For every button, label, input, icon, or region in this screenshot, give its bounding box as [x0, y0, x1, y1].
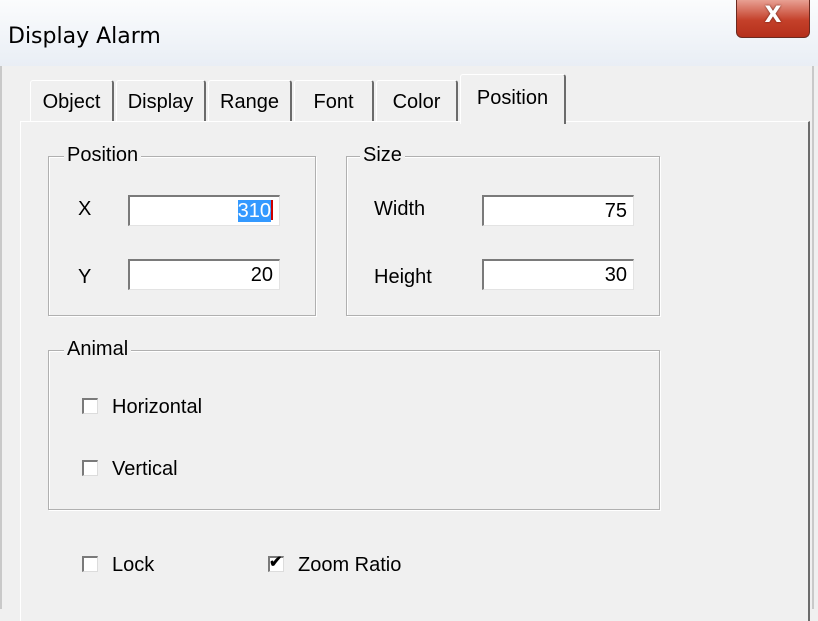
tab-font[interactable]: Font	[294, 80, 374, 122]
x-value: 310	[237, 200, 271, 222]
y-field[interactable]: 20	[128, 259, 280, 290]
position-group-label: Position	[64, 144, 142, 167]
size-group-label: Size	[360, 144, 405, 167]
tab-display[interactable]: Display	[116, 80, 206, 122]
x-field[interactable]: 310	[128, 195, 280, 226]
tab-position[interactable]: Position	[460, 74, 566, 124]
lock-checkbox[interactable]	[82, 556, 98, 572]
lock-label: Lock	[112, 554, 155, 576]
tab-object[interactable]: Object	[30, 80, 114, 122]
height-field[interactable]: 30	[482, 259, 634, 290]
width-field[interactable]: 75	[482, 195, 634, 226]
text-cursor	[271, 200, 273, 220]
title-bar: Display Alarm X	[0, 0, 818, 66]
animal-group-label: Animal	[64, 338, 132, 361]
window-left-edge	[0, 66, 2, 609]
animal-group	[48, 350, 660, 510]
window-right-edge	[812, 66, 814, 609]
window-title: Display Alarm	[8, 24, 161, 49]
tab-range[interactable]: Range	[208, 80, 292, 122]
close-icon: X	[764, 3, 782, 28]
checkmark-icon: ✔	[269, 554, 283, 571]
close-button[interactable]: X	[736, 0, 810, 38]
vertical-checkbox[interactable]	[82, 460, 98, 476]
horizontal-label: Horizontal	[112, 396, 203, 418]
zoom-ratio-label: Zoom Ratio	[298, 554, 402, 576]
horizontal-checkbox[interactable]	[82, 398, 98, 414]
zoom-ratio-checkbox[interactable]: ✔	[268, 554, 284, 572]
width-label: Width	[374, 198, 426, 220]
x-label: X	[78, 198, 92, 220]
position-group	[48, 156, 316, 316]
vertical-label: Vertical	[112, 458, 178, 480]
y-label: Y	[78, 266, 92, 288]
height-label: Height	[374, 266, 432, 288]
size-group	[346, 156, 660, 316]
tab-color[interactable]: Color	[376, 80, 458, 122]
